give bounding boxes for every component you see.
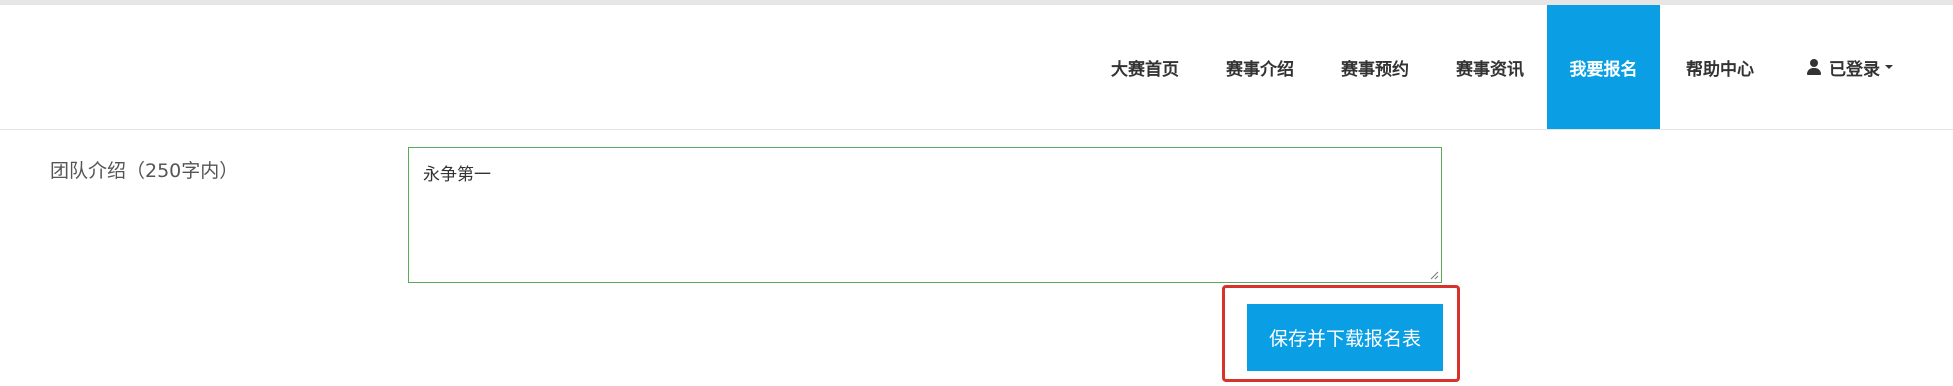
main-navbar: 大赛首页 赛事介绍 赛事预约 赛事资讯 我要报名 帮助中心 已登录 — [0, 5, 1953, 130]
nav-item-help[interactable]: 帮助中心 — [1665, 5, 1775, 129]
team-intro-textarea[interactable]: 永争第一 — [408, 147, 1442, 283]
nav-item-register[interactable]: 我要报名 — [1547, 5, 1660, 129]
user-menu[interactable]: 已登录 — [1790, 5, 1910, 129]
user-menu-label: 已登录 — [1829, 59, 1880, 80]
team-intro-value: 永争第一 — [423, 165, 491, 185]
resize-grip-icon[interactable] — [1429, 270, 1439, 280]
nav-item-reservation[interactable]: 赛事预约 — [1320, 5, 1430, 129]
nav-item-news[interactable]: 赛事资讯 — [1435, 5, 1545, 129]
caret-down-icon — [1885, 65, 1893, 69]
team-intro-label: 团队介绍（250字内） — [50, 160, 239, 182]
nav-item-intro[interactable]: 赛事介绍 — [1205, 5, 1315, 129]
save-and-download-button[interactable]: 保存并下载报名表 — [1247, 304, 1443, 371]
user-icon — [1807, 59, 1821, 75]
nav-item-home[interactable]: 大赛首页 — [1090, 5, 1200, 129]
